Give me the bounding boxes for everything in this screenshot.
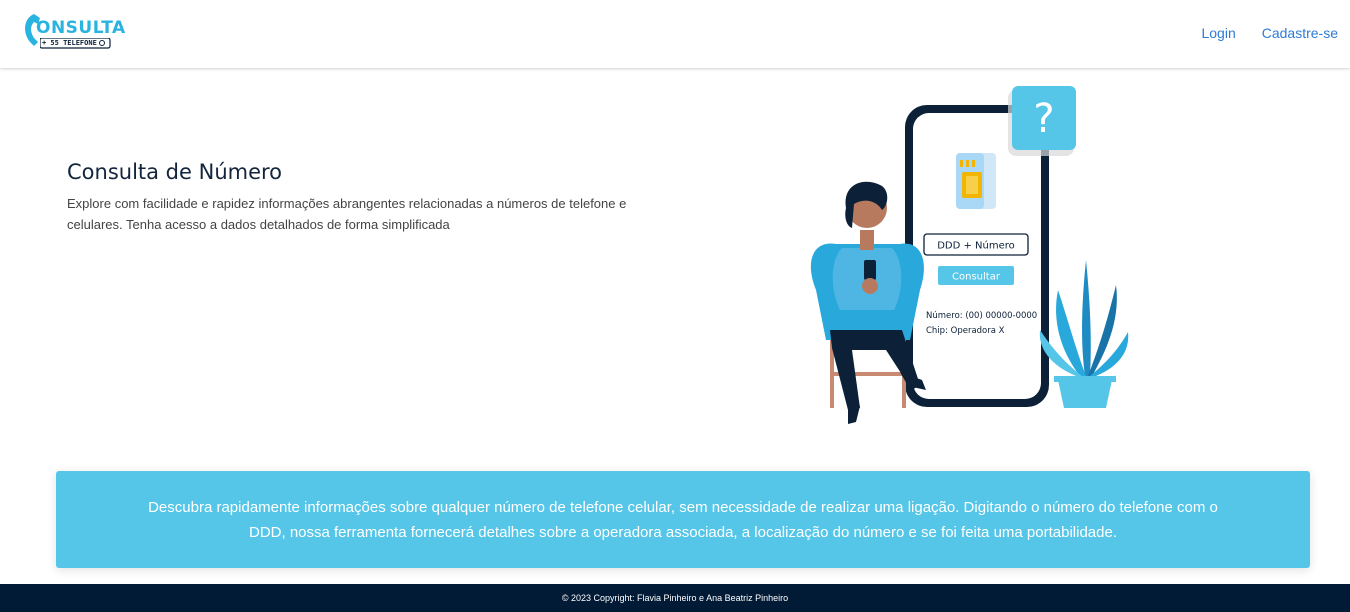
result-number: Número: (00) 00000-0000 xyxy=(926,311,1037,321)
copyright-text: © 2023 Copyright: Flavia Pinheiro e Ana … xyxy=(561,593,789,603)
brand-logo[interactable]: ONSULTA + 55 TELEFONE xyxy=(20,10,125,52)
nav-links: Login Cadastre-se xyxy=(1201,25,1338,41)
logo-subtitle: + 55 TELEFONE xyxy=(42,39,97,47)
plant-icon xyxy=(1039,260,1129,408)
login-link[interactable]: Login xyxy=(1201,25,1235,41)
question-mark-icon: ? xyxy=(1033,96,1054,142)
phone-lookup-illustration: DDD + Número Consultar Número: (00) 0000… xyxy=(810,86,1129,424)
result-chip: Chip: Operadora X xyxy=(926,326,1005,336)
info-banner: Descubra rapidamente informações sobre q… xyxy=(56,471,1310,568)
hero-description: Explore com facilidade e rapidez informa… xyxy=(67,196,627,232)
signup-link[interactable]: Cadastre-se xyxy=(1262,25,1338,41)
consult-button-label: Consultar xyxy=(952,272,1001,283)
hero-title: Consulta de Número xyxy=(67,160,283,184)
info-text: Descubra rapidamente informações sobre q… xyxy=(148,499,1218,541)
ddd-input-label: DDD + Número xyxy=(937,240,1015,252)
navbar: ONSULTA + 55 TELEFONE Login Cadastre-se xyxy=(0,0,1350,68)
footer: © 2023 Copyright: Flavia Pinheiro e Ana … xyxy=(0,584,1350,612)
sim-card-icon xyxy=(956,153,996,209)
logo-text: ONSULTA xyxy=(36,18,126,38)
held-phone xyxy=(864,260,876,280)
